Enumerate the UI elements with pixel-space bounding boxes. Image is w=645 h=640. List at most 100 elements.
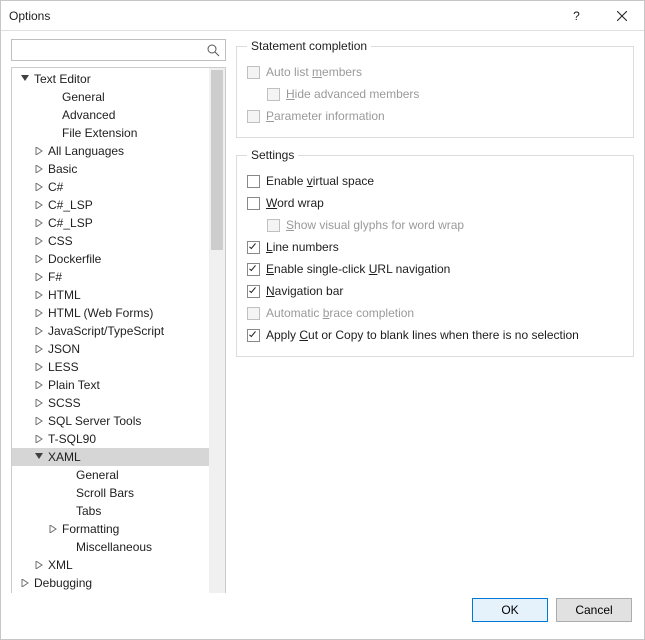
chevron-right-icon [32, 144, 46, 158]
chevron-right-icon [32, 396, 46, 410]
chevron-right-icon [32, 234, 46, 248]
apply-cut-copy-blank-checkbox[interactable]: Apply Cut or Copy to blank lines when th… [247, 324, 623, 346]
settings-group: Settings Enable virtual space Word wrap … [236, 148, 634, 357]
chevron-right-icon [32, 306, 46, 320]
tree-node[interactable]: General [12, 88, 209, 106]
chevron-right-icon [32, 288, 46, 302]
checkbox-label: Line numbers [266, 240, 339, 254]
tree-node[interactable]: General [12, 466, 209, 484]
single-click-url-checkbox[interactable]: Enable single-click URL navigation [247, 258, 623, 280]
checkbox-label: Word wrap [266, 196, 324, 210]
tree-node-text-editor[interactable]: Text Editor [12, 70, 209, 88]
help-button[interactable]: ? [554, 1, 599, 31]
chevron-right-icon [32, 342, 46, 356]
tree-scrollbar[interactable] [209, 68, 225, 593]
tree-node[interactable]: Miscellaneous [12, 538, 209, 556]
checkbox[interactable] [247, 197, 260, 210]
tree-node[interactable]: Advanced [12, 106, 209, 124]
tree-node[interactable]: CSS [12, 232, 209, 250]
options-dialog: Options ? [0, 0, 645, 640]
chevron-right-icon [32, 414, 46, 428]
tree-node[interactable]: HTML (Web Forms) [12, 304, 209, 322]
tree-label: C#_LSP [46, 196, 93, 214]
tree-label: Miscellaneous [74, 538, 152, 556]
group-legend: Statement completion [247, 39, 371, 53]
checkbox [247, 110, 260, 123]
tree-node[interactable]: File Extension [12, 124, 209, 142]
chevron-right-icon [32, 432, 46, 446]
tree-node[interactable]: C#_LSP [12, 214, 209, 232]
tree-node[interactable]: Scroll Bars [12, 484, 209, 502]
tree-label: File Extension [60, 124, 137, 142]
close-button[interactable] [599, 1, 644, 31]
tree-node[interactable]: Tabs [12, 502, 209, 520]
tree-node[interactable]: C#_LSP [12, 196, 209, 214]
tree-node[interactable]: All Languages [12, 142, 209, 160]
tree-label: C#_LSP [46, 214, 93, 232]
close-icon [617, 11, 627, 21]
checkbox[interactable] [247, 285, 260, 298]
group-legend: Settings [247, 148, 298, 162]
tree-label: General [74, 466, 119, 484]
checkbox [267, 88, 280, 101]
search-input[interactable] [16, 40, 205, 60]
chevron-right-icon [32, 324, 46, 338]
hide-advanced-members-checkbox: Hide advanced members [247, 83, 623, 105]
titlebar: Options ? [1, 1, 644, 31]
checkbox-label: Auto list members [266, 65, 362, 79]
tree-node[interactable]: F# [12, 268, 209, 286]
tree-label: SQL Server Tools [46, 412, 141, 430]
chevron-right-icon [18, 576, 32, 590]
tree-node-performance[interactable]: Performance Tools [12, 592, 209, 593]
tree-node[interactable]: SQL Server Tools [12, 412, 209, 430]
ok-button[interactable]: OK [472, 598, 548, 622]
line-numbers-checkbox[interactable]: Line numbers [247, 236, 623, 258]
tree-node[interactable]: Formatting [12, 520, 209, 538]
enable-virtual-space-checkbox[interactable]: Enable virtual space [247, 170, 623, 192]
window-title: Options [1, 9, 554, 23]
tree-node[interactable]: LESS [12, 358, 209, 376]
checkbox [247, 66, 260, 79]
chevron-right-icon [32, 558, 46, 572]
tree-node[interactable]: C# [12, 178, 209, 196]
checkbox-label: Parameter information [266, 109, 385, 123]
chevron-down-icon [18, 72, 32, 86]
tree-node[interactable]: XML [12, 556, 209, 574]
chevron-right-icon [32, 198, 46, 212]
chevron-right-icon [32, 360, 46, 374]
tree-label: XAML [46, 448, 81, 466]
chevron-right-icon [32, 216, 46, 230]
word-wrap-checkbox[interactable]: Word wrap [247, 192, 623, 214]
checkbox[interactable] [247, 263, 260, 276]
dialog-footer: OK Cancel [1, 593, 644, 639]
tree-label: HTML [46, 286, 81, 304]
chevron-right-icon [32, 162, 46, 176]
tree-node[interactable]: JavaScript/TypeScript [12, 322, 209, 340]
tree-node-xaml[interactable]: XAML [12, 448, 209, 466]
tree-label: JSON [46, 340, 80, 358]
search-box[interactable] [11, 39, 226, 61]
tree-node[interactable]: JSON [12, 340, 209, 358]
checkbox-label: Automatic brace completion [266, 306, 414, 320]
checkbox[interactable] [247, 329, 260, 342]
tree-label: Plain Text [46, 376, 100, 394]
navigation-bar-checkbox[interactable]: Navigation bar [247, 280, 623, 302]
tree-node[interactable]: HTML [12, 286, 209, 304]
checkbox[interactable] [247, 241, 260, 254]
cancel-button[interactable]: Cancel [556, 598, 632, 622]
checkbox-label: Enable virtual space [266, 174, 374, 188]
tree-node-debugging[interactable]: Debugging [12, 574, 209, 592]
scrollbar-thumb[interactable] [211, 70, 223, 250]
tree-node[interactable]: Dockerfile [12, 250, 209, 268]
tree-label: SCSS [46, 394, 81, 412]
tree-node[interactable]: Basic [12, 160, 209, 178]
tree-node[interactable]: SCSS [12, 394, 209, 412]
tree-label: Tabs [74, 502, 101, 520]
tree-node[interactable]: Plain Text [12, 376, 209, 394]
tree-label: T-SQL90 [46, 430, 96, 448]
tree-label: All Languages [46, 142, 124, 160]
tree-container: Text Editor General Advanced File Extens… [11, 67, 226, 593]
category-tree[interactable]: Text Editor General Advanced File Extens… [12, 68, 209, 593]
checkbox[interactable] [247, 175, 260, 188]
tree-node[interactable]: T-SQL90 [12, 430, 209, 448]
